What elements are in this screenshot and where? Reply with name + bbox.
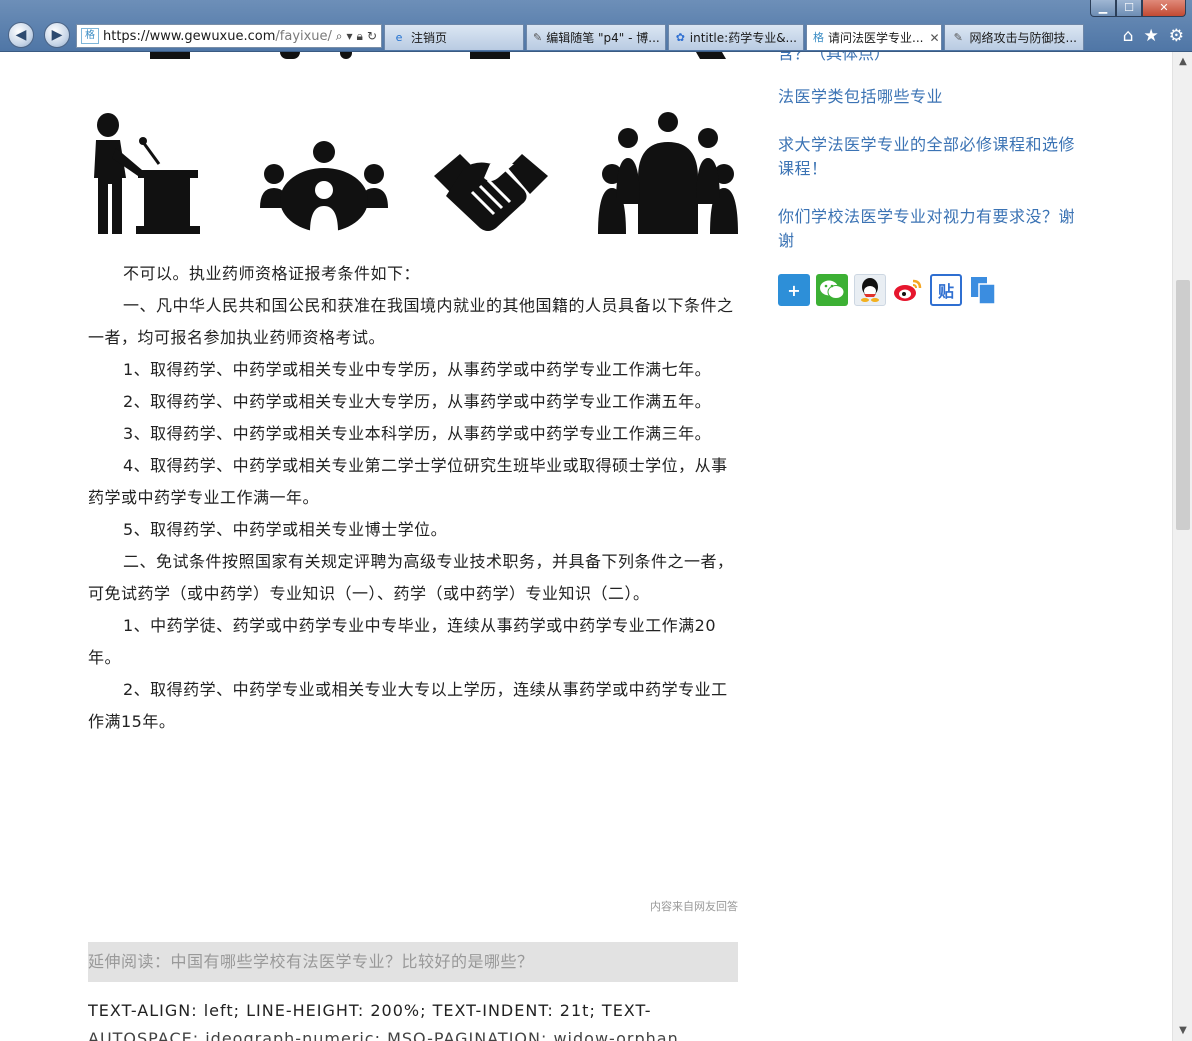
article-paragraph: 不可以。执业药师资格证报考条件如下： [123, 264, 421, 283]
article-paragraph: 2、取得药学、中药学或相关专业大专学历，从事药学或中药学专业工作满五年。 [123, 392, 712, 411]
close-tab-icon[interactable]: ✕ [929, 31, 939, 45]
illustration-icons [88, 112, 738, 236]
page-icon: ✎ [533, 30, 543, 44]
search-icon[interactable]: ⌕ [336, 29, 343, 44]
tab-forensic-question[interactable]: 格 请问法医学专业... ✕ [806, 24, 942, 50]
arrow-right-icon: ▶ [51, 27, 63, 43]
tab-edit-post[interactable]: ✎ 编辑随笔 "p4" - 博... [526, 24, 666, 50]
meeting-table-icon [260, 141, 388, 232]
qq-icon[interactable] [854, 274, 886, 306]
copy-link-icon[interactable] [968, 274, 1000, 306]
tab-label: 请问法医学专业... [828, 31, 924, 45]
conference-group-icon [598, 112, 738, 234]
tab-strip: e 注销页 ✎ 编辑随笔 "p4" - 博... ✿ intitle:药学专业&… [384, 24, 1086, 50]
lock-icon[interactable]: 🔒︎ [357, 29, 363, 44]
tab-label: 编辑随笔 "p4" - 博... [546, 31, 660, 45]
article-paragraph: 二、免试条件按照国家有关规定评聘为高级专业技术职务，并具备下列条件之一者，可免试… [88, 552, 734, 603]
arrow-left-icon: ◀ [15, 27, 27, 43]
related-link[interactable]: 你们学校法医学专业对视力有要求没？谢谢 [778, 205, 1086, 253]
article-paragraph: 1、取得药学、中药学或相关专业中专学历，从事药学或中药学专业工作满七年。 [123, 360, 712, 379]
site-favicon-icon: 格 [81, 28, 99, 44]
site-favicon-icon: 格 [813, 30, 824, 44]
refresh-icon[interactable]: ↻ [367, 29, 377, 44]
vertical-scrollbar[interactable]: ▲ ▼ [1172, 52, 1192, 1041]
tab-baidu-search[interactable]: ✿ intitle:药学专业&... [668, 24, 804, 50]
scrollbar-thumb[interactable] [1176, 280, 1190, 530]
article-paragraph: 5、取得药学、中药学或相关专业博士学位。 [123, 520, 448, 539]
answer-article: 不可以。执业药师资格证报考条件如下： 一、凡中华人民共和国公民和获准在我国境内就… [88, 258, 738, 738]
close-window-button[interactable]: ✕ [1142, 0, 1186, 17]
article-paragraph: 3、取得药学、中药学或相关专业本科学历，从事药学或中药学专业工作满三年。 [123, 424, 712, 443]
article-paragraph: 2、取得药学、中药学专业或相关专业大专以上学历，连续从事药学或中药学专业工作满1… [88, 680, 728, 731]
ie-icon: e [395, 30, 403, 44]
dropdown-icon[interactable]: ▾ [347, 29, 353, 44]
minimize-button[interactable]: ▁ [1090, 0, 1116, 17]
share-more-icon[interactable]: + [778, 274, 810, 306]
browser-titlebar: ▁ ☐ ✕ ◀ ▶ 格 https://www.gewuxue.com/fayi… [0, 0, 1192, 52]
handshake-icon [434, 154, 548, 231]
extended-reading-link[interactable]: 延伸阅读：中国有哪些学校有法医学专业？比较好的是哪些？ [88, 942, 738, 982]
back-button[interactable]: ◀ [8, 22, 34, 48]
speaker-podium-icon [94, 113, 200, 234]
raw-style-line: TEXT-ALIGN: left; LINE-HEIGHT: 200%; TEX… [88, 1001, 652, 1020]
related-link[interactable]: 求大学法医学专业的全部必修课程和选修课程！ [778, 133, 1086, 181]
weibo-icon[interactable] [892, 274, 924, 306]
cropped-illustration [150, 52, 730, 64]
raw-style-text: TEXT-ALIGN: left; LINE-HEIGHT: 200%; TEX… [88, 997, 738, 1041]
related-link-cut[interactable]: 含？（具体点） [778, 52, 890, 64]
url-path: /fayixue/fa [275, 28, 332, 44]
wechat-icon[interactable] [816, 274, 848, 306]
forward-button[interactable]: ▶ [44, 22, 70, 48]
scroll-down-icon[interactable]: ▼ [1173, 1021, 1192, 1041]
related-link[interactable]: 法医学类包括哪些专业 [778, 85, 1078, 109]
favorites-star-icon[interactable]: ★ [1144, 26, 1159, 46]
url-host: https://www.gewuxue.com [103, 28, 276, 44]
tab-network-attack[interactable]: ✎ 网络攻击与防御技... [944, 24, 1084, 50]
baidu-paw-icon: ✿ [675, 30, 685, 44]
tools-gear-icon[interactable]: ⚙ [1169, 26, 1184, 46]
raw-style-line: AUTOSPACE: ideograph-numeric; MSO-PAGINA… [88, 1029, 679, 1041]
tab-label: intitle:药学专业&... [689, 31, 797, 45]
article-paragraph: 4、取得药学、中药学或相关专业第二学士学位研究生班毕业或取得硕士学位，从事药学或… [88, 456, 728, 507]
tab-label: 网络攻击与防御技... [969, 31, 1077, 45]
browser-toolbar: ⌂ ★ ⚙ [1123, 26, 1184, 46]
article-paragraph: 1、中药学徒、药学或中药学专业中专毕业，连续从事药学或中药学专业工作满20年。 [88, 616, 717, 667]
article-paragraph: 一、凡中华人民共和国公民和获准在我国境内就业的其他国籍的人员具备以下条件之一者，… [88, 296, 734, 347]
window-controls: ▁ ☐ ✕ [1090, 0, 1186, 17]
tab-label: 注销页 [411, 31, 448, 45]
page-icon: ✎ [953, 30, 963, 44]
source-note: 内容来自网友回答 [650, 900, 738, 913]
address-url[interactable]: https://www.gewuxue.com/fayixue/fa [103, 29, 332, 44]
page-viewport: 不可以。执业药师资格证报考条件如下： 一、凡中华人民共和国公民和获准在我国境内就… [0, 52, 1172, 1041]
address-bar[interactable]: 格 https://www.gewuxue.com/fayixue/fa ⌕ ▾… [76, 24, 382, 48]
share-bar: + 贴 [778, 274, 1000, 306]
maximize-button[interactable]: ☐ [1116, 0, 1142, 17]
home-icon[interactable]: ⌂ [1123, 26, 1134, 46]
tieba-icon[interactable]: 贴 [930, 274, 962, 306]
scroll-up-icon[interactable]: ▲ [1173, 52, 1192, 72]
tab-logout[interactable]: e 注销页 [384, 24, 524, 50]
